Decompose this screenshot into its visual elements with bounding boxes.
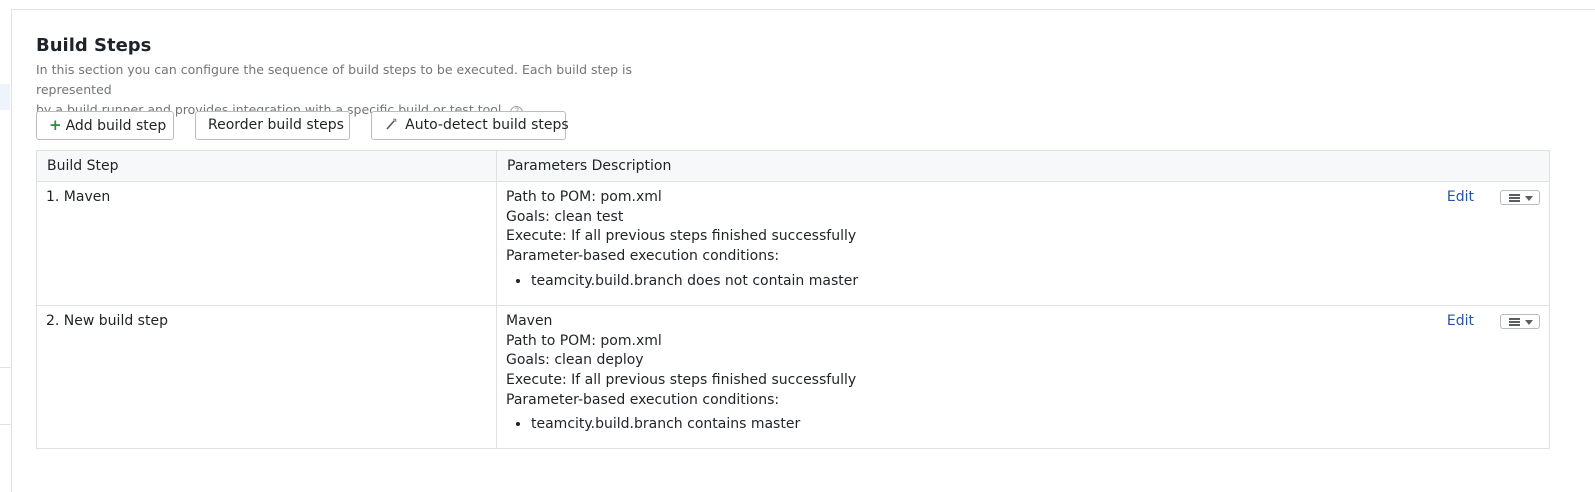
param-line: Execute: If all previous steps finished … <box>506 371 857 388</box>
param-line: Execute: If all previous steps finished … <box>506 228 857 245</box>
sidebar-divider <box>0 367 11 368</box>
row-menu-button[interactable] <box>1500 314 1540 330</box>
parameters-description-cell: Edit Path to POM: pom.xml Goals: clean t… <box>496 181 1550 306</box>
chevron-down-icon <box>1525 196 1533 202</box>
table-row[interactable]: 2. New build step Edit Maven Path to POM… <box>36 304 1550 450</box>
top-divider <box>12 9 1595 10</box>
description-line-1: In this section you can configure the se… <box>36 62 632 97</box>
auto-detect-build-steps-button[interactable]: Auto-detect build steps <box>371 111 569 140</box>
edit-link[interactable]: Edit <box>1447 188 1474 208</box>
left-divider <box>11 9 12 492</box>
table-row[interactable]: 1. Maven Edit Path to POM: pom.xml Goals… <box>36 181 1550 306</box>
param-line: Goals: clean deploy <box>506 352 644 369</box>
column-header-build-step: Build Step <box>36 150 497 182</box>
edit-link[interactable]: Edit <box>1447 312 1474 332</box>
execution-conditions-list: teamcity.build.branch does not contain m… <box>506 272 1540 291</box>
condition-item: teamcity.build.branch does not contain m… <box>531 272 1540 291</box>
param-line: Maven <box>506 312 553 329</box>
param-line: Parameter-based execution conditions: <box>506 248 780 265</box>
list-menu-icon <box>1509 194 1520 202</box>
row-actions: Edit <box>1447 312 1540 332</box>
build-steps-page: Build Steps In this section you can conf… <box>0 0 1595 492</box>
list-menu-icon <box>1509 318 1520 326</box>
condition-item: teamcity.build.branch contains master <box>531 415 1540 434</box>
row-menu-button[interactable] <box>1500 190 1540 206</box>
auto-detect-build-steps-label: Auto-detect build steps <box>405 117 569 133</box>
build-step-name[interactable]: 2. New build step <box>36 304 497 450</box>
execution-conditions-list: teamcity.build.branch contains master <box>506 415 1540 434</box>
section-title: Build Steps <box>36 35 152 56</box>
reorder-build-steps-button[interactable]: Reorder build steps <box>195 111 350 140</box>
plus-icon: + <box>49 116 62 134</box>
chevron-down-icon <box>1525 320 1533 326</box>
build-steps-table: Build Step Parameters Description 1. Mav… <box>36 150 1550 450</box>
column-header-parameters-description: Parameters Description <box>496 150 1550 182</box>
sidebar-selection-highlight <box>0 84 10 110</box>
param-line: Goals: clean test <box>506 208 624 225</box>
param-line: Path to POM: pom.xml <box>506 332 662 349</box>
sidebar-divider <box>0 424 11 425</box>
parameters-description-cell: Edit Maven Path to POM: pom.xml Goals: c… <box>496 304 1550 450</box>
add-build-step-button[interactable]: + Add build step <box>36 111 174 140</box>
param-line: Path to POM: pom.xml <box>506 189 662 205</box>
param-line: Parameter-based execution conditions: <box>506 391 780 408</box>
magic-wand-icon <box>386 118 401 133</box>
row-actions: Edit <box>1447 188 1540 208</box>
build-step-name[interactable]: 1. Maven <box>36 181 497 306</box>
add-build-step-label: Add build step <box>65 118 167 134</box>
table-header-row: Build Step Parameters Description <box>36 150 1550 182</box>
reorder-build-steps-label: Reorder build steps <box>208 117 344 133</box>
